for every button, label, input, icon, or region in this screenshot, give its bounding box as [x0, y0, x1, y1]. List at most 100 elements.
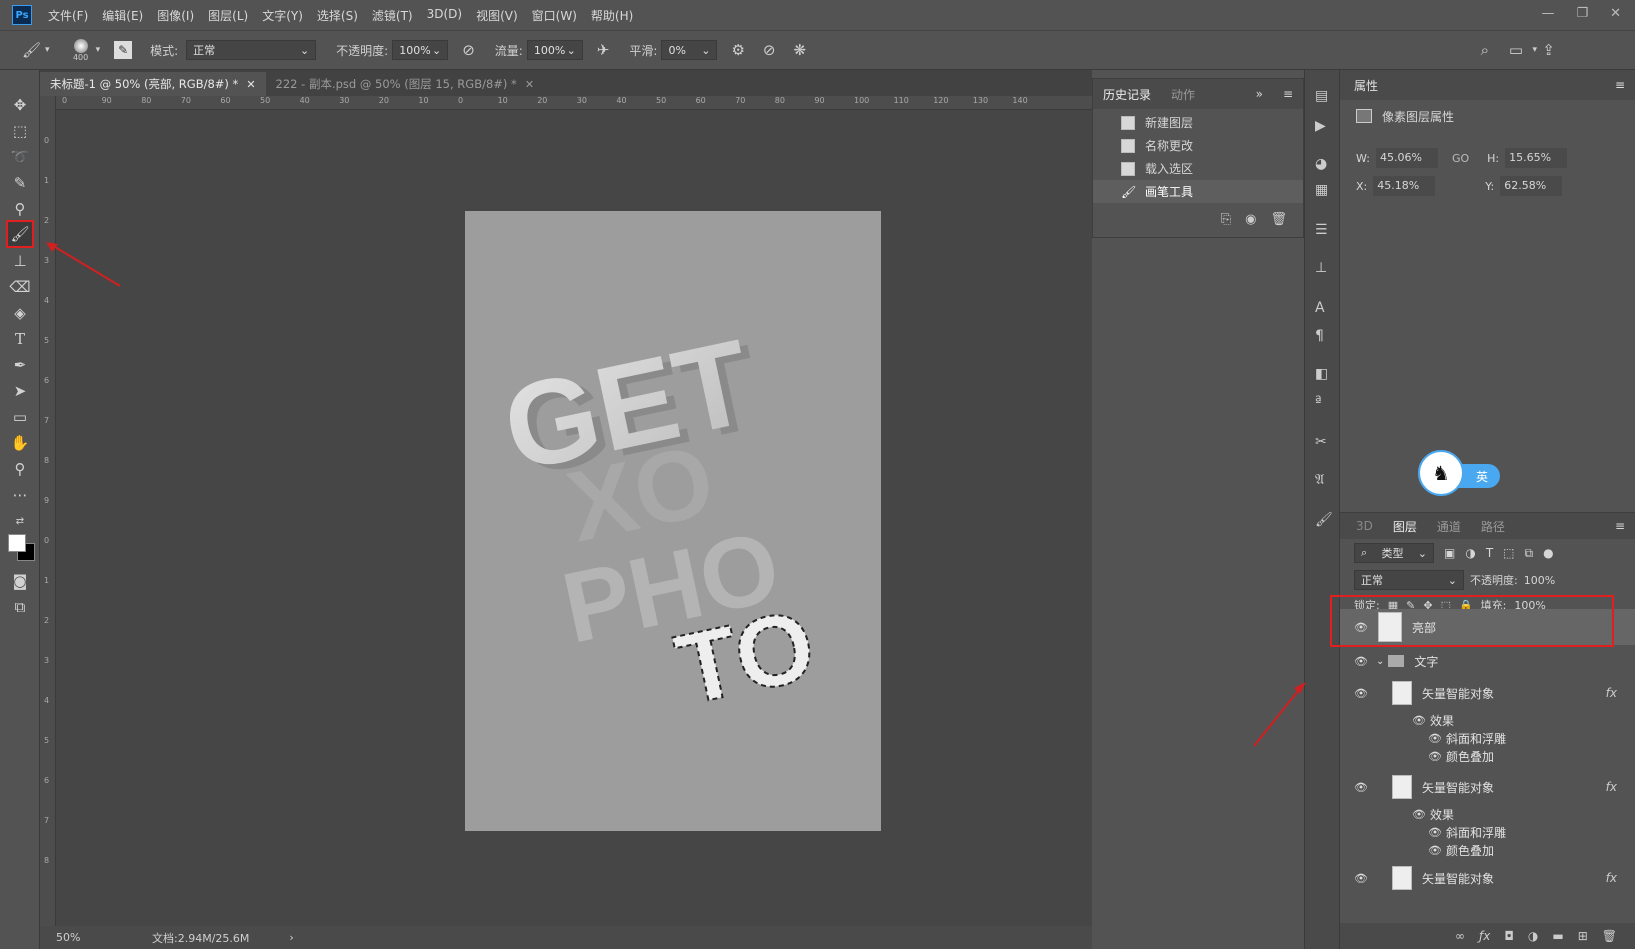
- layer-group-row[interactable]: 👁 ⌄ 文字: [1340, 647, 1635, 675]
- document-canvas[interactable]: GET GET XO PHO TO: [465, 211, 881, 831]
- brush-tool-icon[interactable]: 🖌: [22, 42, 41, 58]
- adjustments-panel-icon[interactable]: ☰: [1315, 222, 1328, 238]
- menu-window[interactable]: 窗口(W): [532, 7, 577, 24]
- paths-panel-icon[interactable]: ◧: [1315, 366, 1328, 382]
- history-item[interactable]: 载入选区: [1093, 157, 1303, 180]
- filter-toggle-icon[interactable]: ●: [1543, 546, 1553, 560]
- character-styles-icon[interactable]: 𝔄: [1315, 472, 1324, 488]
- move-tool-icon[interactable]: ✥: [8, 94, 32, 116]
- eraser-tool-icon[interactable]: ⌫: [8, 276, 32, 298]
- panel-menu-icon[interactable]: ≡: [1615, 519, 1625, 533]
- layer-filter-select[interactable]: ⌕ 类型 ⌄: [1354, 543, 1434, 563]
- y-input[interactable]: 62.58%: [1500, 176, 1563, 196]
- pen-tool-icon[interactable]: ✒: [8, 354, 32, 376]
- chevron-down-icon[interactable]: ▾: [1532, 45, 1537, 55]
- maximize-button[interactable]: ❐: [1576, 6, 1588, 21]
- tab-channels[interactable]: 通道: [1437, 518, 1461, 535]
- close-icon[interactable]: ✕: [246, 78, 255, 91]
- fx-icon[interactable]: fx: [1606, 780, 1617, 794]
- quick-select-tool-icon[interactable]: ✎: [8, 172, 32, 194]
- pressure-size-icon[interactable]: ⊘: [763, 42, 776, 58]
- layer-row[interactable]: 👁 矢量智能对象 fx: [1340, 769, 1635, 805]
- layer-row[interactable]: 👁 矢量智能对象 fx: [1340, 675, 1635, 711]
- tab-222-copy[interactable]: 222 - 副本.psd @ 50% (图层 15, RGB/8#) * ✕: [266, 72, 545, 96]
- mode-select[interactable]: 正常 ⌄: [186, 40, 317, 60]
- visibility-eye-icon[interactable]: 👁: [1354, 781, 1368, 794]
- quick-mask-icon[interactable]: ◙: [8, 570, 32, 592]
- filter-type-icon[interactable]: T: [1486, 546, 1493, 560]
- visibility-eye-icon[interactable]: 👁: [1412, 714, 1426, 727]
- add-mask-icon[interactable]: ◘: [1504, 929, 1514, 943]
- visibility-eye-icon[interactable]: 👁: [1428, 826, 1442, 839]
- history-panel-icon[interactable]: ▤: [1315, 88, 1328, 104]
- tab-3d[interactable]: 3D: [1356, 519, 1373, 533]
- tab-layers[interactable]: 图层: [1393, 518, 1417, 535]
- chevron-down-icon[interactable]: ▾: [96, 45, 101, 55]
- zoom-tool-icon[interactable]: ⚲: [8, 458, 32, 480]
- history-item[interactable]: 新建图层: [1093, 111, 1303, 134]
- menu-image[interactable]: 图像(I): [157, 7, 194, 24]
- filter-smart-icon[interactable]: ⧉: [1525, 546, 1534, 561]
- more-tools-icon[interactable]: ⋯: [8, 484, 32, 506]
- flow-input[interactable]: 100% ⌄: [526, 40, 583, 60]
- menu-file[interactable]: 文件(F): [48, 7, 88, 24]
- trash-icon[interactable]: 🗑: [1602, 929, 1617, 943]
- adjustment-layer-icon[interactable]: ◑: [1528, 929, 1538, 943]
- menu-layer[interactable]: 图层(L): [208, 7, 248, 24]
- gradient-tool-icon[interactable]: ◈: [8, 302, 32, 324]
- add-style-icon[interactable]: ƒx: [1479, 929, 1490, 943]
- tab-paths[interactable]: 路径: [1481, 518, 1505, 535]
- share-icon[interactable]: ⇪: [1542, 42, 1555, 58]
- width-input[interactable]: 45.06%: [1375, 148, 1438, 168]
- visibility-eye-icon[interactable]: 👁: [1354, 872, 1368, 885]
- visibility-eye-icon[interactable]: 👁: [1412, 808, 1426, 821]
- menu-view[interactable]: 视图(V): [476, 7, 518, 24]
- eyedropper-tool-icon[interactable]: ⚲: [8, 198, 32, 220]
- fx-icon[interactable]: fx: [1606, 871, 1617, 885]
- actions-panel-icon[interactable]: ▶: [1315, 118, 1326, 134]
- close-button[interactable]: ✕: [1610, 6, 1621, 21]
- tab-untitled-1[interactable]: 未标题-1 @ 50% (亮部, RGB/8#) * ✕: [40, 72, 266, 96]
- pressure-opacity-icon[interactable]: ⊘: [462, 42, 475, 58]
- type-tool-icon[interactable]: T: [8, 328, 32, 350]
- chevron-down-icon[interactable]: ⌄: [1376, 656, 1384, 667]
- menu-select[interactable]: 选择(S): [317, 7, 358, 24]
- path-select-tool-icon[interactable]: ➤: [8, 380, 32, 402]
- camera-icon[interactable]: ◉: [1245, 212, 1256, 227]
- filter-shape-icon[interactable]: ⬚: [1503, 546, 1514, 560]
- menu-edit[interactable]: 编辑(E): [102, 7, 143, 24]
- glyphs-panel-icon[interactable]: ª: [1315, 394, 1322, 410]
- menu-type[interactable]: 文字(Y): [262, 7, 303, 24]
- gear-icon[interactable]: ⚙: [731, 42, 744, 58]
- marquee-tool-icon[interactable]: ⬚: [8, 120, 32, 142]
- tab-actions[interactable]: 动作: [1171, 86, 1195, 103]
- menu-help[interactable]: 帮助(H): [591, 7, 633, 24]
- visibility-eye-icon[interactable]: 👁: [1428, 750, 1442, 763]
- minimize-button[interactable]: —: [1541, 6, 1554, 21]
- foreground-color-swatch[interactable]: [8, 534, 26, 552]
- zoom-level[interactable]: 50%: [56, 931, 116, 944]
- brush-preset-picker[interactable]: 400: [70, 38, 92, 62]
- layer-row[interactable]: 👁 矢量智能对象 fx: [1340, 863, 1635, 893]
- new-layer-icon[interactable]: ⊞: [1578, 929, 1588, 943]
- lasso-tool-icon[interactable]: ➰: [8, 146, 32, 168]
- tool-presets-icon[interactable]: ✂: [1315, 434, 1327, 450]
- hand-tool-icon[interactable]: ✋: [8, 432, 32, 454]
- visibility-eye-icon[interactable]: 👁: [1428, 732, 1442, 745]
- search-icon[interactable]: ⌕: [1481, 42, 1489, 58]
- brush-settings-panel-icon[interactable]: ✎: [114, 41, 133, 59]
- visibility-eye-icon[interactable]: 👁: [1354, 655, 1368, 668]
- link-dimensions-icon[interactable]: GO: [1452, 152, 1469, 165]
- tab-history[interactable]: 历史记录: [1103, 86, 1151, 103]
- link-layers-icon[interactable]: ∞: [1455, 929, 1465, 943]
- swap-colors-icon[interactable]: ⇄: [8, 510, 32, 532]
- workspace-icon[interactable]: ▭: [1509, 42, 1523, 58]
- history-item[interactable]: 🖌 画笔工具: [1093, 180, 1303, 203]
- filter-adjustment-icon[interactable]: ◑: [1465, 546, 1475, 560]
- brush-tool-icon[interactable]: 🖌: [6, 220, 34, 248]
- smooth-input[interactable]: 0% ⌄: [661, 40, 718, 60]
- opacity-input[interactable]: 100% ⌄: [392, 40, 449, 60]
- layer-opacity-input[interactable]: 100%: [1524, 574, 1555, 587]
- close-icon[interactable]: ✕: [525, 78, 534, 91]
- history-item[interactable]: 名称更改: [1093, 134, 1303, 157]
